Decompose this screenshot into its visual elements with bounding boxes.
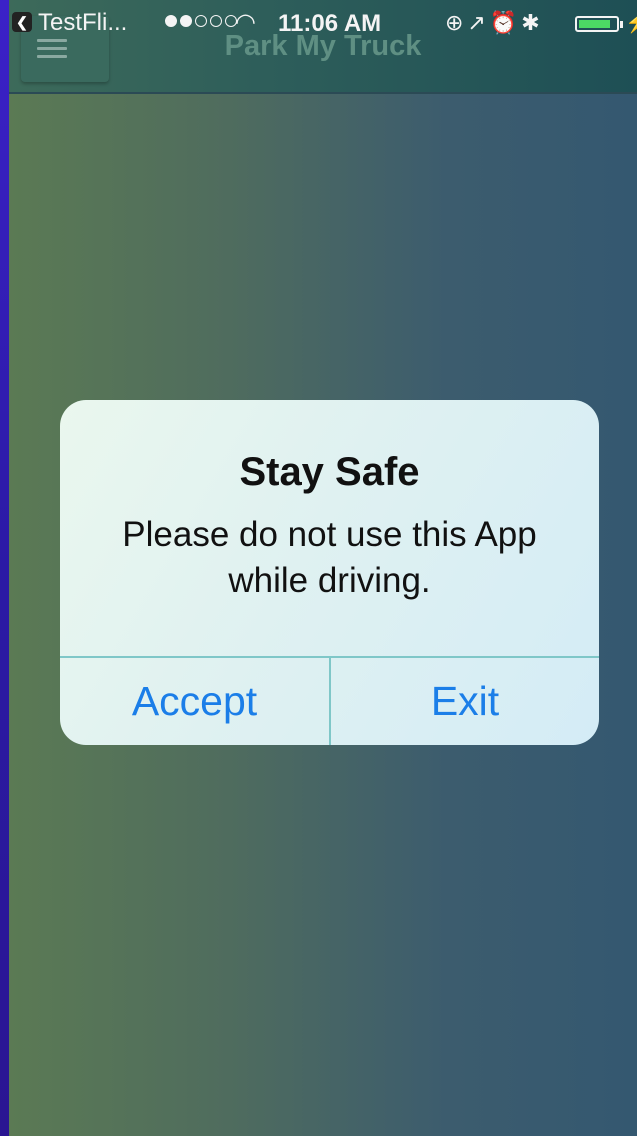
- charging-icon: ⚡: [625, 10, 637, 35]
- battery-level: [579, 20, 610, 28]
- exit-button[interactable]: Exit: [331, 658, 599, 745]
- signal-strength-icon: [165, 15, 237, 29]
- alert-dialog: Stay Safe Please do not use this App whi…: [60, 400, 599, 745]
- alert-message: Please do not use this App while driving…: [122, 515, 537, 600]
- back-to-app-icon[interactable]: ❮: [12, 12, 32, 32]
- hamburger-icon: [37, 39, 67, 59]
- back-to-app-label[interactable]: TestFli...: [38, 9, 127, 37]
- alert-title: Stay Safe: [239, 450, 420, 494]
- status-time: 11:06 AM: [278, 10, 382, 37]
- accept-button[interactable]: Accept: [60, 658, 329, 745]
- status-indicator-icons: ⊕↗⏰✱: [445, 10, 544, 35]
- wifi-icon: ◠: [235, 9, 256, 36]
- status-bar: ❮ TestFli... ◠ 11:06 AM ⊕↗⏰✱ ⚡: [9, 8, 637, 40]
- app-screen: Park My Truck ❮ TestFli... ◠ 11:06 AM ⊕↗…: [9, 0, 637, 1136]
- battery-tip: [620, 21, 623, 28]
- battery-icon: [575, 16, 619, 32]
- device-frame: [0, 0, 9, 1136]
